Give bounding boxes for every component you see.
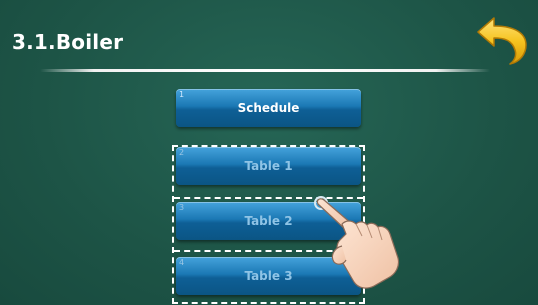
table-3-button[interactable]: 4 Table 3 (176, 257, 361, 295)
page-title: 3.1.Boiler (12, 30, 124, 54)
highlight-separator (174, 250, 363, 252)
back-button[interactable] (474, 14, 528, 66)
screen-background: 3.1.Boiler 1 Schedule 2 Table 1 3 Table … (0, 0, 538, 305)
menu-item-label: Schedule (237, 101, 300, 115)
table-2-button[interactable]: 3 Table 2 (176, 202, 361, 240)
table-1-button[interactable]: 2 Table 1 (176, 147, 361, 185)
menu-item-label: Table 3 (244, 269, 293, 283)
back-arrow-icon (477, 17, 527, 65)
menu-item-label: Table 1 (244, 159, 293, 173)
header-divider (40, 69, 490, 72)
menu-item-label: Table 2 (244, 214, 293, 228)
schedule-button[interactable]: 1 Schedule (176, 89, 361, 127)
highlight-separator (174, 197, 363, 199)
